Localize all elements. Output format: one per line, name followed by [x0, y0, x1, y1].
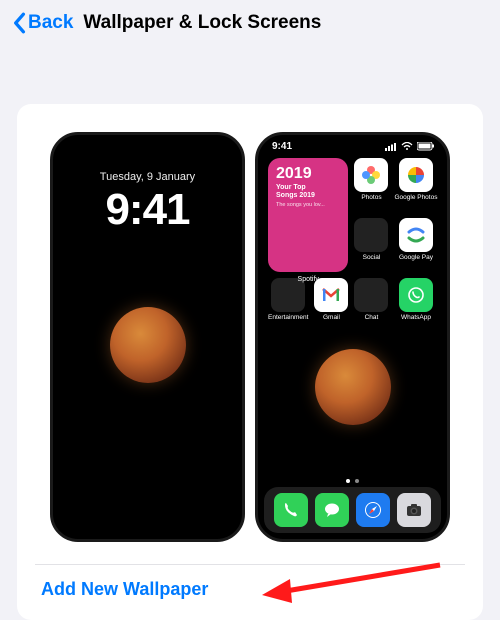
chevron-left-icon: [12, 12, 26, 34]
battery-icon: [417, 142, 435, 151]
status-bar: 9:41: [258, 135, 447, 154]
camera-icon: [397, 493, 431, 527]
app-gmail: Gmail: [314, 278, 348, 332]
google-photos-icon: [399, 158, 433, 192]
app-social: Social: [354, 218, 388, 272]
lock-screen-preview[interactable]: Tuesday, 9 January 9:41: [50, 132, 245, 542]
wifi-icon: [401, 142, 413, 151]
google-pay-icon: [399, 218, 433, 252]
moon-icon: [110, 307, 186, 383]
status-time: 9:41: [272, 141, 292, 152]
wallpaper-card: Tuesday, 9 January 9:41 9:41: [17, 104, 483, 620]
header: Back Wallpaper & Lock Screens: [0, 0, 500, 44]
folder-icon: [354, 218, 388, 252]
safari-icon: [356, 493, 390, 527]
home-grid: 2019 Your Top Songs 2019 The songs you l…: [258, 154, 447, 332]
lock-time: 9:41: [53, 185, 242, 235]
spotify-widget: 2019 Your Top Songs 2019 The songs you l…: [268, 158, 348, 272]
folder-icon: [354, 278, 388, 312]
page-title: Wallpaper & Lock Screens: [83, 12, 321, 34]
back-button[interactable]: Back: [12, 12, 73, 34]
signal-icon: [385, 143, 397, 151]
messages-icon: [315, 493, 349, 527]
arrow-annotation-icon: [260, 557, 450, 607]
whatsapp-icon: [399, 278, 433, 312]
home-screen-preview[interactable]: 9:41 2019 Your Top Song: [255, 132, 450, 542]
app-photos: Photos: [354, 158, 388, 212]
app-google-pay: Google Pay: [394, 218, 437, 272]
app-whatsapp: WhatsApp: [394, 278, 437, 332]
widget-app-label: Spotify: [268, 276, 348, 284]
page-indicator: [258, 479, 447, 483]
app-google-photos: Google Photos: [394, 158, 437, 212]
wallpaper-previews: Tuesday, 9 January 9:41 9:41: [35, 132, 465, 542]
add-new-wallpaper-button[interactable]: Add New Wallpaper: [35, 565, 214, 600]
photos-icon: [354, 158, 388, 192]
lock-date: Tuesday, 9 January: [53, 171, 242, 183]
back-label: Back: [28, 12, 73, 34]
dock: [264, 487, 441, 533]
phone-icon: [274, 493, 308, 527]
app-entertainment: Entertainment: [268, 278, 308, 332]
moon-icon: [315, 349, 391, 425]
app-chat: Chat: [354, 278, 388, 332]
